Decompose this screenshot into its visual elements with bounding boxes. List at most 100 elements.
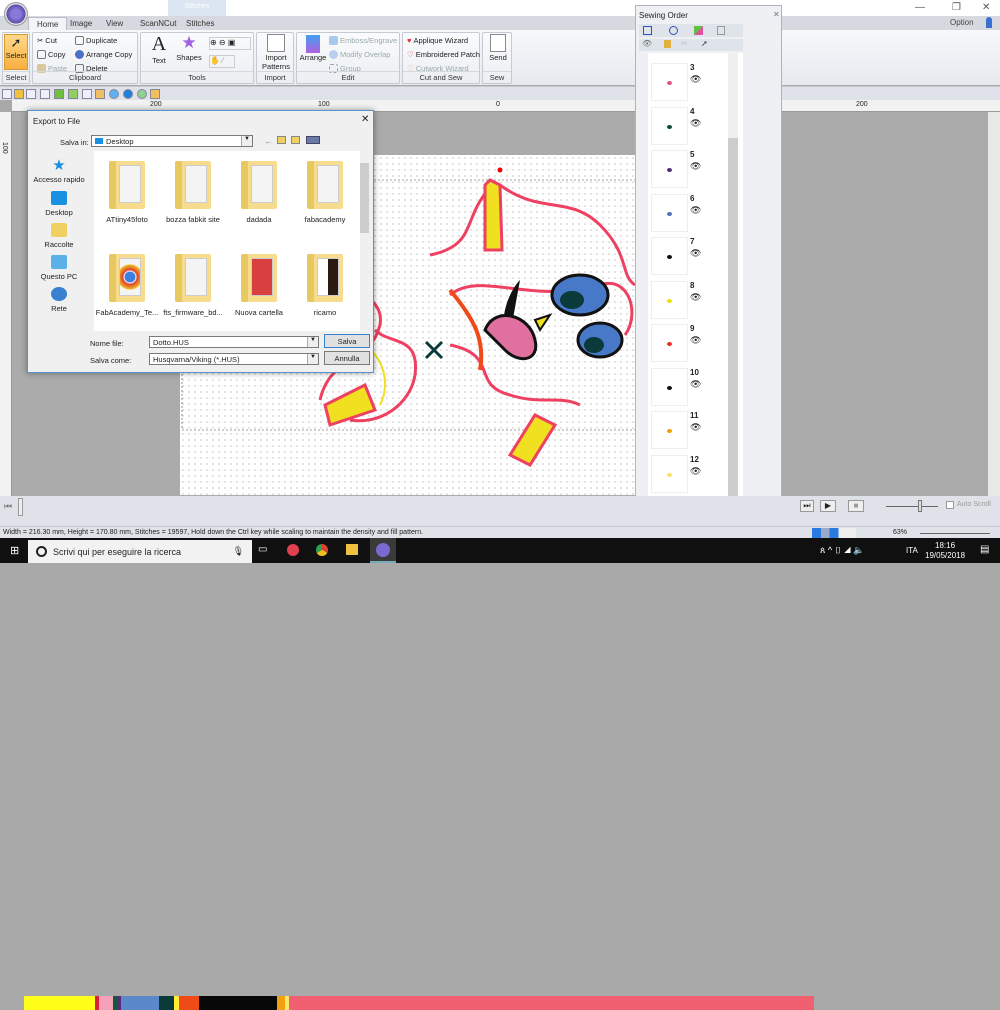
pan-measure-tools[interactable]: ✋ ⁄	[209, 55, 235, 68]
select-all-icon[interactable]	[643, 26, 652, 35]
place-network[interactable]: Rete	[28, 287, 90, 313]
place-quick-access[interactable]: ★ Accesso rapido	[28, 156, 90, 184]
speed-slider-handle[interactable]	[918, 500, 922, 512]
folder-item[interactable]: ricamo	[292, 254, 358, 317]
language-indicator[interactable]: ITA	[906, 546, 918, 555]
preview-icon[interactable]	[82, 89, 92, 99]
file-list-scrollbar[interactable]	[360, 151, 369, 331]
cut-button[interactable]: ✂ Cut	[37, 36, 57, 45]
realistic-view-icon[interactable]	[95, 89, 105, 99]
modify-overlap-button[interactable]: Modify Overlap	[329, 50, 390, 59]
emboss-engrave-button[interactable]: Emboss/Engrave	[329, 36, 397, 45]
vertical-scrollbar[interactable]	[988, 112, 1000, 498]
windows-start-icon[interactable]: ⊞	[10, 544, 19, 557]
back-icon[interactable]: ←	[264, 136, 273, 146]
eye-icon[interactable]: 👁	[690, 118, 701, 129]
send-button[interactable]: Send	[485, 33, 511, 62]
place-desktop[interactable]: Desktop	[28, 191, 90, 217]
copy-button[interactable]: Copy	[37, 50, 66, 59]
thread-color-segment[interactable]	[179, 996, 199, 1010]
embroidery-app-taskbar-button[interactable]	[370, 538, 396, 563]
open-icon[interactable]	[14, 89, 24, 99]
circle-icon[interactable]	[123, 89, 133, 99]
eye-icon[interactable]: 👁	[690, 292, 701, 303]
thread-color-segment[interactable]	[277, 996, 285, 1010]
applique-wizard-button[interactable]: ♥ Applique Wizard	[407, 36, 468, 45]
folder-item[interactable]: FabAcademy_Te...	[94, 254, 160, 317]
select-button[interactable]: ➚ Select	[4, 34, 28, 70]
shapes-button[interactable]: ★ Shapes	[173, 33, 205, 62]
tab-scanncut[interactable]: ScanNCut	[132, 17, 184, 30]
filename-input[interactable]: Dotto.HUS ▼	[149, 336, 319, 348]
speed-slider[interactable]	[886, 506, 938, 507]
thread-color-bar[interactable]	[24, 996, 814, 1010]
save-button[interactable]: Salva	[324, 334, 370, 348]
folder-item[interactable]: ATtiny45foto	[94, 161, 160, 224]
stitch-icon[interactable]	[137, 89, 147, 99]
progress-slider-handle[interactable]	[18, 498, 23, 516]
save-in-dropdown[interactable]: Desktop ▼	[91, 135, 253, 147]
sort-icon[interactable]	[669, 26, 678, 35]
eye-icon[interactable]: 👁	[690, 379, 701, 390]
embroidered-patch-button[interactable]: ♡ Embroidered Patch	[407, 50, 480, 59]
undo-icon[interactable]	[54, 89, 64, 99]
cancel-button[interactable]: Annulla	[324, 351, 370, 365]
tab-image[interactable]: Image	[62, 17, 100, 30]
pointer-icon[interactable]: ➚	[701, 39, 708, 48]
folder-item[interactable]: fabacademy	[292, 161, 358, 224]
cut-icon[interactable]: ✂	[681, 39, 688, 48]
app-logo-button[interactable]	[4, 2, 28, 26]
skip-end-button[interactable]: ⏭	[800, 500, 814, 512]
clock-date[interactable]: 19/05/2018	[925, 551, 965, 560]
thread-color-segment[interactable]	[24, 996, 95, 1010]
arrange-copy-button[interactable]: Arrange Copy	[75, 50, 132, 59]
folder-item[interactable]: dadada	[226, 161, 292, 224]
import-patterns-button[interactable]: Import Patterns	[259, 33, 293, 71]
clock-time[interactable]: 18:16	[935, 541, 955, 550]
microphone-icon[interactable]: 🎙	[233, 546, 244, 557]
thread-color-segment[interactable]	[121, 996, 159, 1010]
view-menu-icon[interactable]	[306, 136, 320, 144]
view-mode-buttons[interactable]	[812, 528, 856, 538]
folder-item[interactable]: fts_firmware_bd...	[160, 254, 226, 317]
restore-button[interactable]: ❐	[952, 2, 961, 13]
notifications-icon[interactable]: ▤	[980, 544, 989, 555]
thread-color-segment[interactable]	[159, 996, 174, 1010]
app-icon[interactable]	[287, 544, 299, 556]
dialog-close-button[interactable]: ✕	[361, 114, 369, 125]
eye-icon[interactable]: 👁	[690, 466, 701, 477]
place-libraries[interactable]: Raccolte	[28, 223, 90, 249]
eye-icon[interactable]: 👁	[690, 205, 701, 216]
lock-icon[interactable]	[664, 40, 671, 48]
thread-color-segment[interactable]	[289, 996, 814, 1010]
zoom-tools[interactable]: ⊕ ⊖ ▣	[209, 37, 251, 50]
eye-icon[interactable]: 👁	[690, 161, 701, 172]
tab-stitches[interactable]: Stitches	[178, 17, 222, 30]
hoop-icon[interactable]	[109, 89, 119, 99]
frame-icon[interactable]	[717, 26, 725, 35]
option-menu[interactable]: Option	[950, 18, 974, 27]
save-icon[interactable]	[26, 89, 36, 99]
up-folder-icon[interactable]	[277, 136, 286, 144]
tab-view[interactable]: View	[98, 17, 131, 30]
place-this-pc[interactable]: Questo PC	[28, 255, 90, 281]
arrange-button[interactable]: Arrange	[299, 35, 327, 62]
save-as-type-dropdown[interactable]: Husqvarna/Viking (*.HUS) ▼	[149, 353, 319, 365]
file-explorer-icon[interactable]	[346, 544, 358, 555]
thread-color-segment[interactable]	[99, 996, 113, 1010]
color-group-icon[interactable]	[694, 26, 703, 35]
skip-start-button[interactable]: ⏮	[4, 501, 12, 512]
eye-icon[interactable]: 👁	[690, 74, 701, 85]
redo-icon[interactable]	[68, 89, 78, 99]
close-button[interactable]: ✕	[982, 2, 990, 13]
auto-scroll-checkbox[interactable]	[946, 501, 954, 509]
zoom-slider[interactable]	[920, 533, 990, 534]
eye-icon[interactable]: 👁	[690, 422, 701, 433]
eye-icon[interactable]: 👁	[690, 335, 701, 346]
minimize-button[interactable]: —	[915, 2, 925, 13]
panel-close-button[interactable]: ✕	[773, 10, 780, 19]
stop-button[interactable]: ■	[848, 500, 864, 512]
eye-icon[interactable]: 👁	[690, 248, 701, 259]
play-button[interactable]: ▶	[820, 500, 836, 512]
new-icon[interactable]	[2, 89, 12, 99]
